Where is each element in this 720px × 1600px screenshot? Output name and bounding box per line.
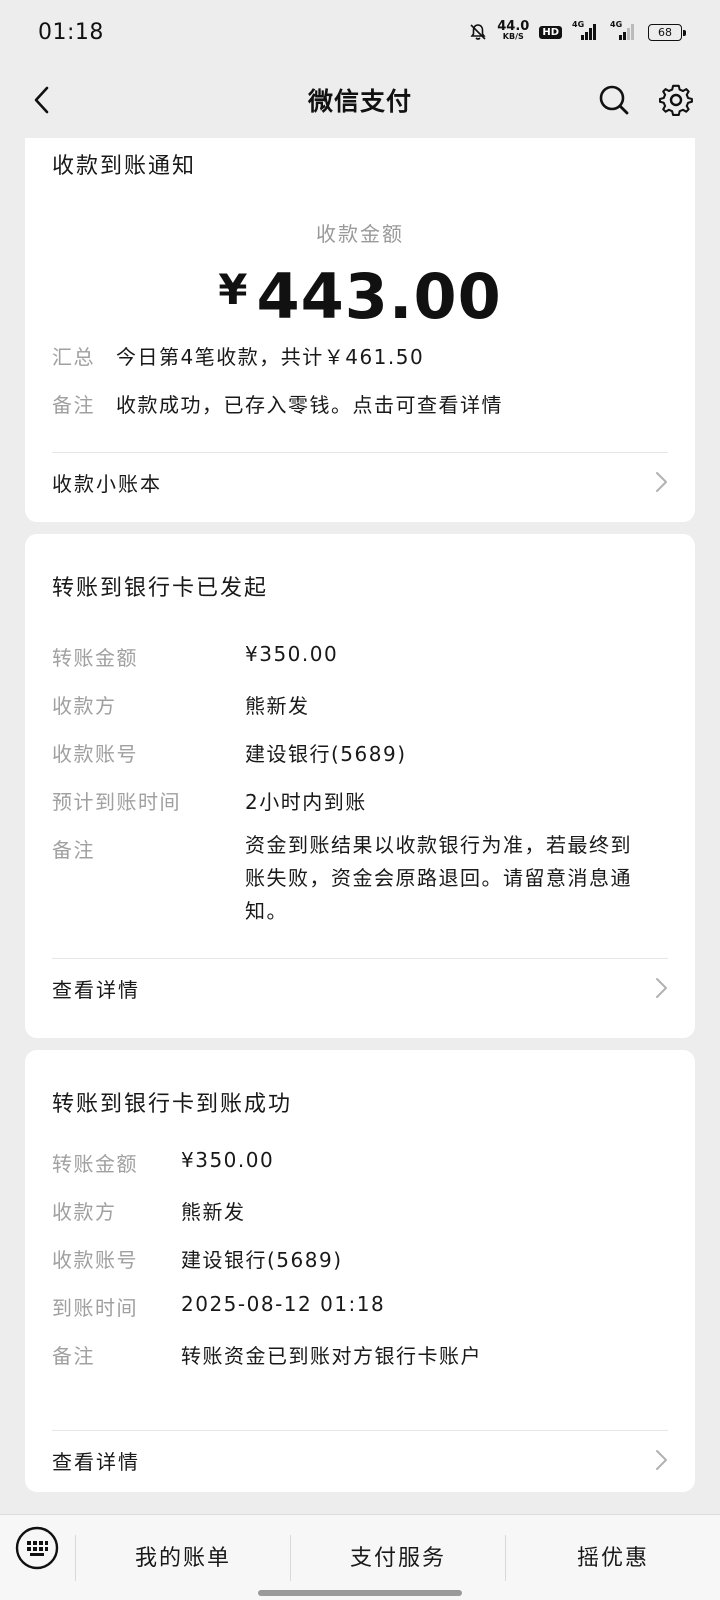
bottom-menu: 我的账单 支付服务 摇优惠: [0, 1514, 720, 1600]
divider: [52, 452, 668, 453]
search-icon: [599, 85, 629, 115]
detail-row: 收款方 熊新发: [52, 694, 310, 718]
menu-my-bills[interactable]: 我的账单: [76, 1515, 290, 1597]
home-indicator[interactable]: [258, 1590, 462, 1596]
transfer-success-card[interactable]: 转账到银行卡到账成功 转账金额 ¥350.00 收款方 熊新发 收款账号 建设银行(5…: [25, 1050, 695, 1492]
receipt-card[interactable]: 收款到账通知 收款金额 ¥443.00 汇总 今日第4笔收款，共计￥461.50…: [25, 138, 695, 522]
view-details-link[interactable]: 查看详情: [52, 960, 668, 1016]
settings-button[interactable]: [656, 80, 696, 120]
chevron-left-icon: [34, 86, 49, 114]
remark-row: 备注 资金到账结果以收款银行为准，若最终到 账失败，资金会原路退回。请留意消息通…: [52, 833, 632, 923]
card-title: 转账到银行卡到账成功: [52, 1092, 293, 1117]
battery-icon: 68: [648, 23, 686, 41]
status-icons: 44.0 KB/S HD 4G 4G 68: [469, 19, 686, 42]
back-button[interactable]: [22, 80, 62, 120]
chevron-right-icon: [656, 1450, 667, 1470]
divider: [52, 958, 668, 959]
amount-label: 收款金额: [316, 222, 404, 246]
detail-row: 备注 转账资金已到账对方银行卡账户: [52, 1344, 482, 1368]
status-bar: 01:18 44.0 KB/S HD 4G 4G 68: [0, 0, 720, 64]
menu-shake-deals[interactable]: 摇优惠: [506, 1515, 720, 1597]
page-title: 微信支付: [307, 87, 412, 116]
hd-icon: HD: [539, 25, 562, 39]
detail-row: 转账金额 ¥350.00: [52, 642, 339, 670]
gear-icon: [659, 84, 693, 116]
keyboard-icon: [15, 1526, 59, 1570]
status-time: 01:18: [38, 19, 104, 45]
detail-row: 收款方 熊新发: [52, 1200, 246, 1224]
remark-row: 备注 收款成功，已存入零钱。点击可查看详情: [52, 393, 503, 417]
view-details-link[interactable]: 查看详情: [52, 1432, 668, 1488]
chevron-right-icon: [656, 472, 667, 492]
divider: [52, 1430, 668, 1431]
search-button[interactable]: [594, 80, 634, 120]
signal-icon-2: 4G: [610, 20, 638, 40]
transfer-initiated-card[interactable]: 转账到银行卡已发起 转账金额 ¥350.00 收款方 熊新发 收款账号 建设银行(56…: [25, 534, 695, 1038]
detail-row: 收款账号 建设银行(5689): [52, 1248, 343, 1272]
nav-bar: 微信支付: [0, 64, 720, 136]
signal-icon: 4G: [572, 20, 600, 40]
detail-row: 转账金额 ¥350.00: [52, 1148, 275, 1176]
net-speed: 44.0 KB/S: [497, 19, 530, 41]
amount-value: ¥443.00: [218, 260, 502, 333]
detail-row: 预计到账时间 2小时内到账: [52, 790, 367, 814]
card-title: 转账到银行卡已发起: [52, 576, 269, 601]
detail-row: 到账时间 2025-08-12 01:18: [52, 1292, 386, 1320]
keyboard-toggle-button[interactable]: [14, 1525, 60, 1571]
menu-payment-services[interactable]: 支付服务: [291, 1515, 505, 1597]
card-title: 收款到账通知: [52, 154, 197, 179]
chevron-right-icon: [656, 978, 667, 998]
detail-row: 收款账号 建设银行(5689): [52, 742, 407, 766]
receipt-ledger-link[interactable]: 收款小账本: [52, 454, 668, 510]
mute-bell-icon: [470, 24, 486, 40]
summary-row: 汇总 今日第4笔收款，共计￥461.50: [52, 345, 425, 369]
